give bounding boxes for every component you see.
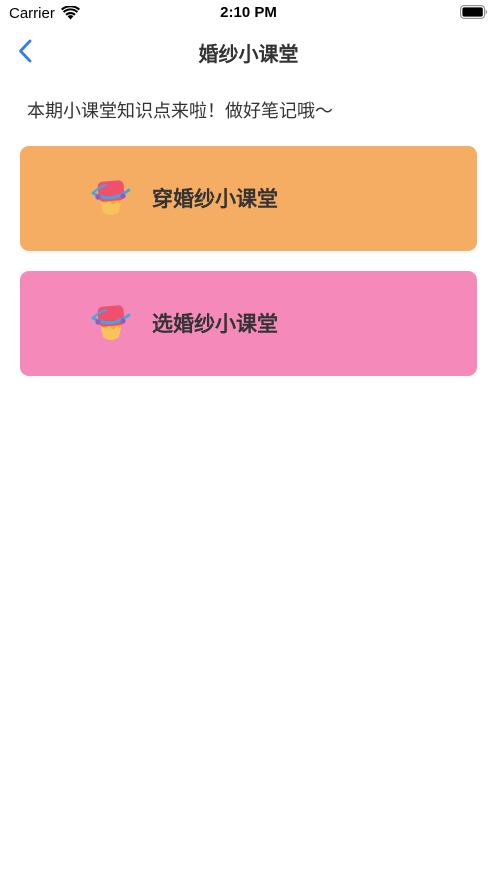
cake-slice-icon [91, 180, 131, 215]
lesson-card-choose-dress[interactable]: 选婚纱小课堂 [20, 271, 477, 376]
lesson-label-choose-dress: 选婚纱小课堂 [152, 312, 278, 336]
lesson-label-wear-dress: 穿婚纱小课堂 [152, 187, 278, 211]
intro-text: 本期小课堂知识点来啦！做好笔记哦～ [27, 101, 333, 122]
battery-icon [460, 5, 487, 19]
page-title: 婚纱小课堂 [198, 42, 299, 66]
status-bar: Carrier 2:10 PM [0, 0, 497, 26]
cake-slice-icon [91, 305, 131, 340]
status-time: 2:10 PM [220, 4, 277, 21]
navigation-bar: 婚纱小课堂 [0, 26, 497, 76]
lesson-card-wear-dress[interactable]: 穿婚纱小课堂 [20, 146, 477, 251]
